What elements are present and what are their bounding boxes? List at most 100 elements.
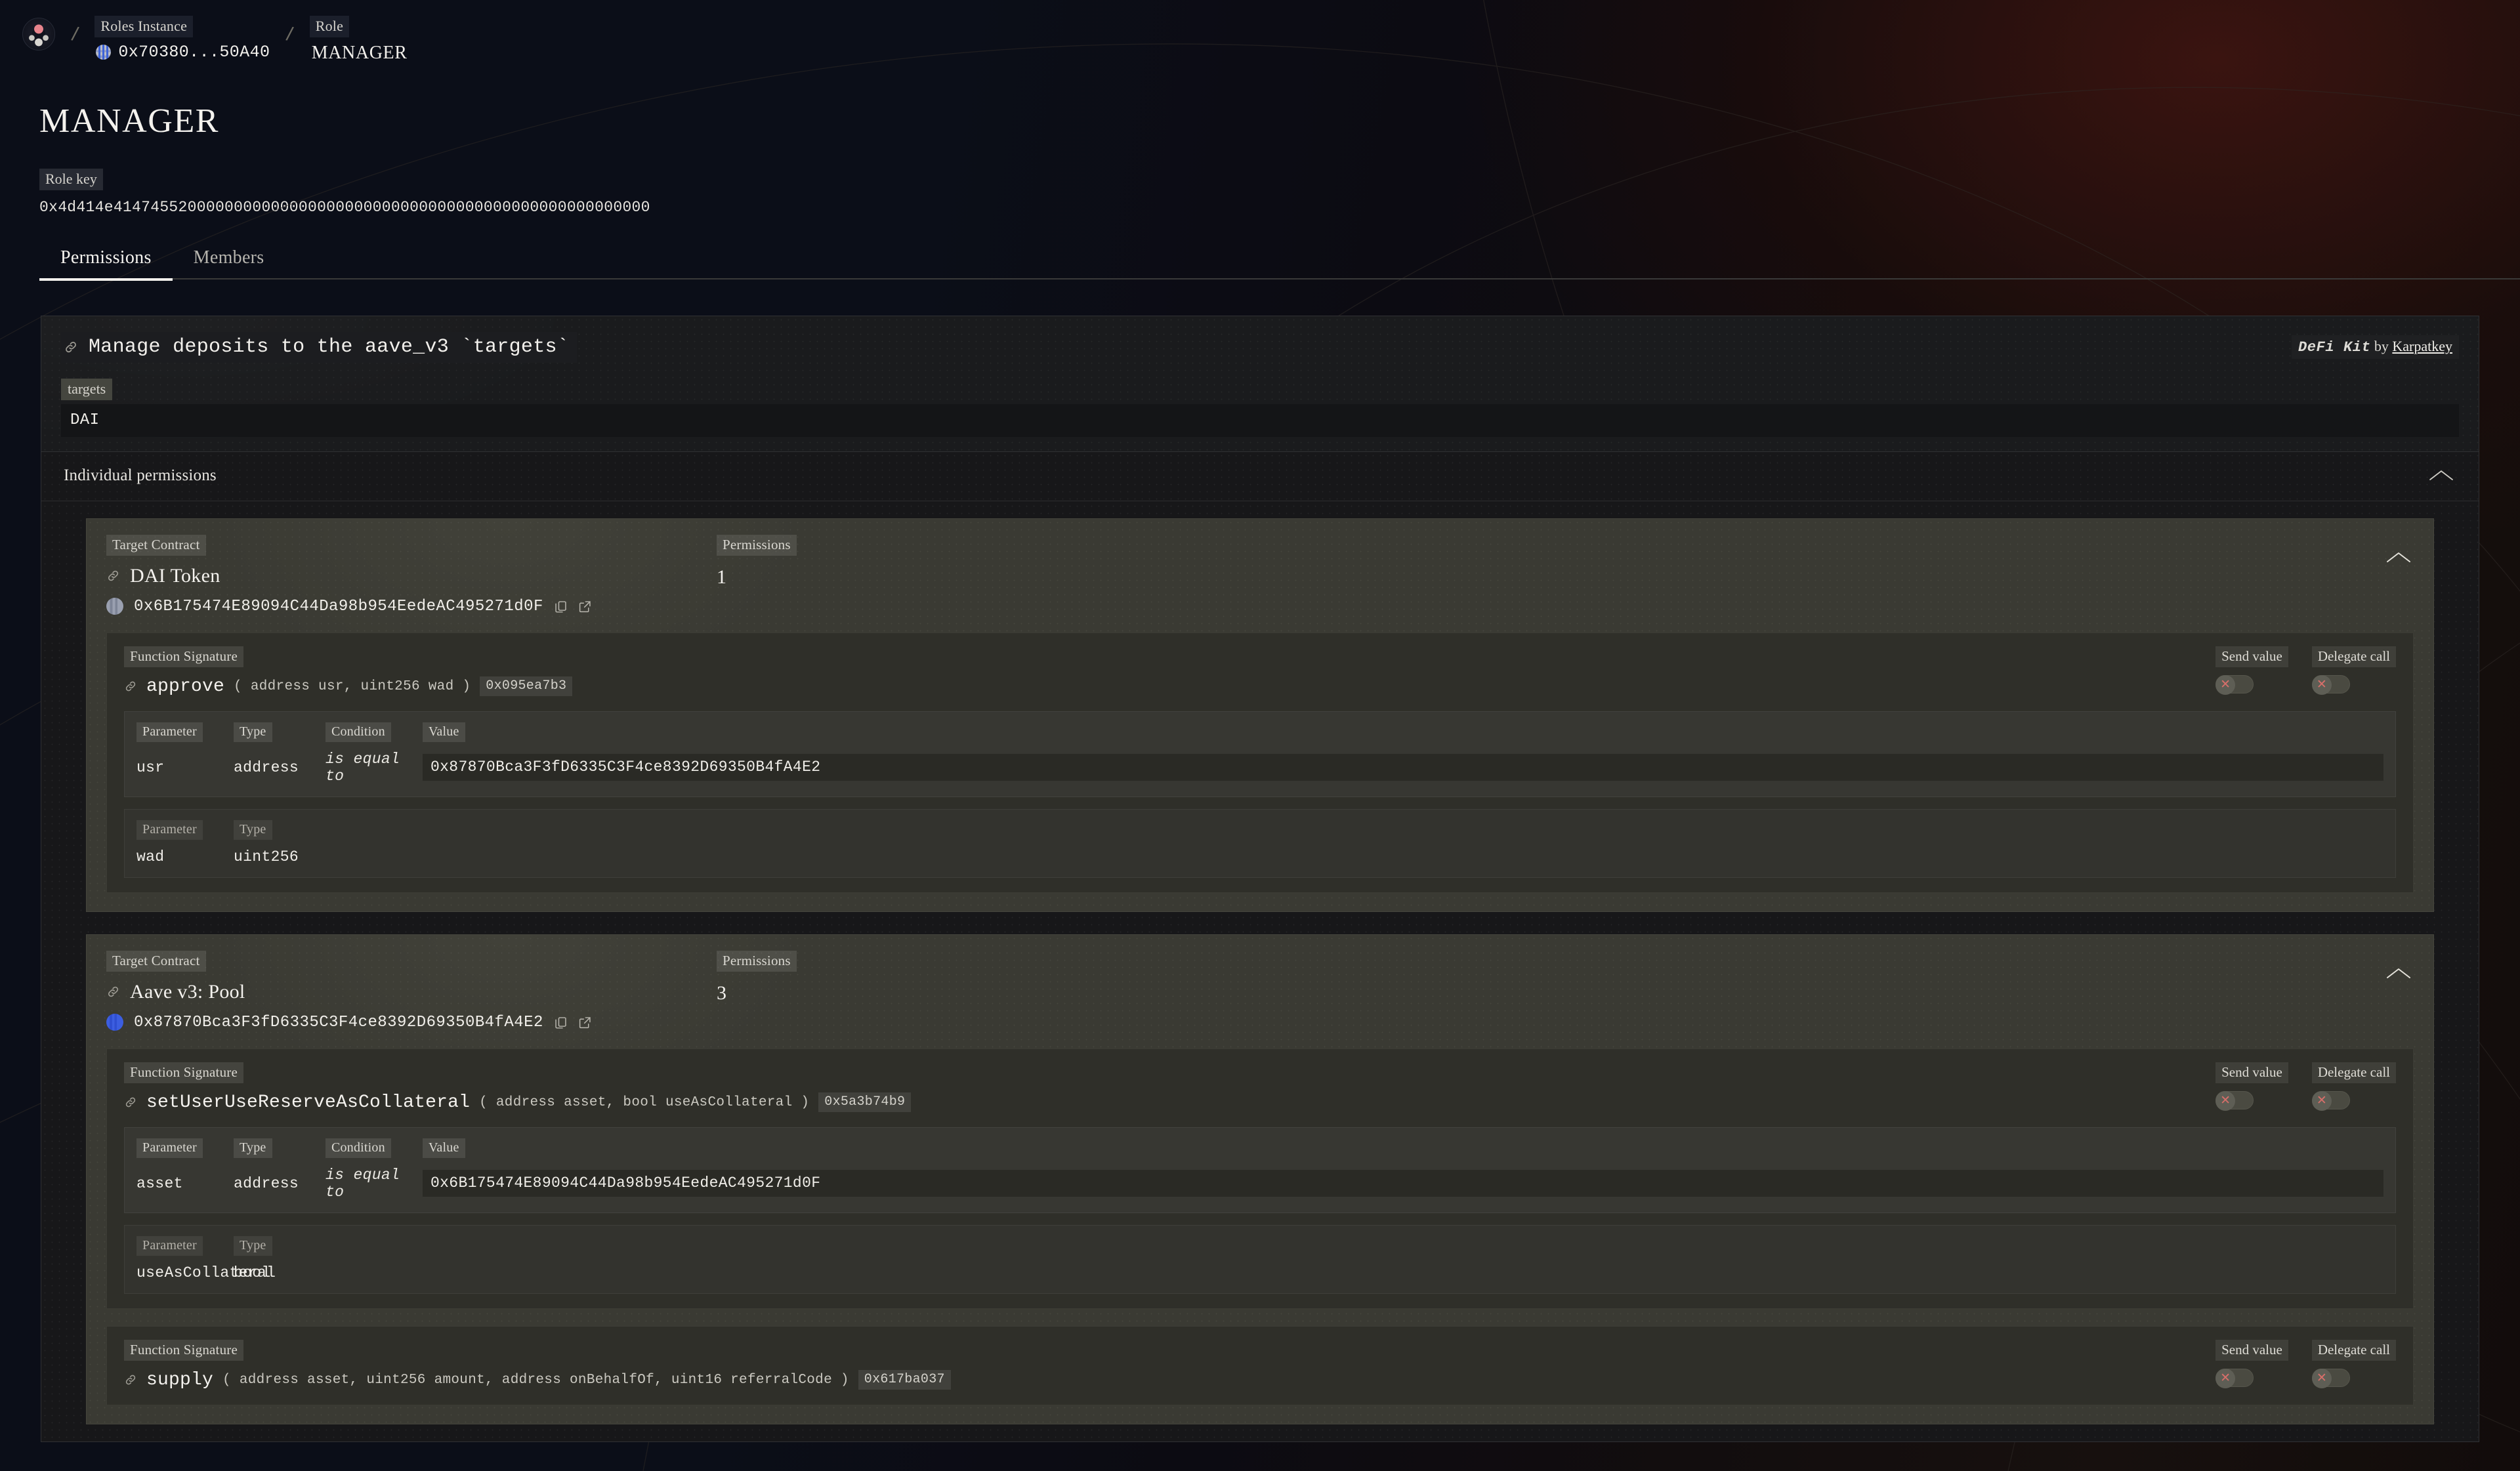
col-type-label: Type [234, 722, 272, 742]
parameters-list: Parameter Type Condition Value asset add… [107, 1127, 2413, 1308]
col-type: Type [234, 819, 326, 840]
parameter-table-row: usr address is equal to 0x87870Bca3F3fD6… [136, 751, 2384, 785]
function-signature[interactable]: supply ( address asset, uint256 amount, … [124, 1370, 951, 1390]
parameter-condition: is equal to [326, 1166, 400, 1201]
col-type-label: Type [234, 1138, 272, 1158]
parameter-value: 0x87870Bca3F3fD6335C3F4ce8392D69350B4fA4… [423, 754, 2384, 781]
link-icon [125, 1375, 136, 1385]
send-value-switch[interactable]: ✕ [2216, 674, 2254, 695]
function-signature[interactable]: setUserUseReserveAsCollateral ( address … [124, 1092, 912, 1113]
send-value-label: Send value [2216, 1339, 2288, 1361]
target-contract-info: Target Contract Aave v3: Pool 0x87870Bca… [106, 950, 717, 1031]
copy-icon[interactable] [554, 600, 568, 613]
individual-permissions-section: Individual permissions Target Contract D… [41, 451, 2479, 1442]
attribution-by: by [2374, 338, 2389, 355]
target-collapse-button[interactable] [2384, 951, 2414, 985]
function-name: supply [146, 1369, 214, 1390]
col-parameter: Parameter [136, 1235, 234, 1256]
permissions-count-col: Permissions 3 [717, 950, 2384, 1005]
breadcrumb-role-value: MANAGER [311, 43, 408, 63]
functions-list: Function Signature approve ( address usr… [87, 632, 2433, 911]
target-contract-header: Target Contract DAI Token 0x6B175474E890… [87, 519, 2433, 632]
target-contract-name-text: DAI Token [130, 564, 220, 587]
parameter-type: uint256 [234, 848, 299, 865]
avatar [96, 45, 112, 60]
app-logo-icon[interactable] [22, 18, 55, 51]
delegate-call-toggle-group: Delegate call ✕ [2311, 1339, 2396, 1388]
parameter-table-row: useAsCollateral bool [136, 1264, 2384, 1281]
function-card: Function Signature approve ( address usr… [106, 632, 2414, 893]
col-type: Type [234, 1235, 326, 1256]
link-icon [108, 986, 119, 997]
target-contract-name[interactable]: DAI Token [106, 565, 717, 587]
delegate-call-label: Delegate call [2311, 1062, 2396, 1083]
x-icon: ✕ [2216, 1090, 2236, 1111]
breadcrumb-item-roles-instance[interactable]: Roles Instance 0x70380...50A40 [94, 13, 270, 62]
col-value-label: Value [423, 1138, 465, 1158]
targets-section: targets DAI [41, 373, 2479, 451]
individual-permissions-label: Individual permissions [64, 466, 217, 484]
delegate-call-switch[interactable]: ✕ [2311, 1368, 2350, 1388]
tab-permissions[interactable]: Permissions [39, 247, 173, 281]
copy-icon[interactable] [554, 1016, 568, 1029]
col-condition-label: Condition [326, 1138, 391, 1158]
col-condition: Condition [326, 1138, 423, 1158]
function-signature-label: Function Signature [124, 1062, 244, 1083]
x-icon: ✕ [2216, 674, 2236, 695]
permission-title[interactable]: Manage deposits to the aave_v3 `targets` [61, 331, 578, 363]
target-contract-name[interactable]: Aave v3: Pool [106, 981, 717, 1003]
avatar [106, 598, 123, 615]
target-contract-header: Target Contract Aave v3: Pool 0x87870Bca… [87, 935, 2433, 1048]
breadcrumb-item-role[interactable]: Role MANAGER [309, 13, 408, 64]
external-link-icon[interactable] [578, 1016, 592, 1029]
col-parameter: Parameter [136, 1138, 234, 1158]
parameter-name: useAsCollateral [136, 1264, 276, 1281]
send-value-switch[interactable]: ✕ [2216, 1090, 2254, 1111]
individual-permissions-header[interactable]: Individual permissions [41, 452, 2479, 501]
link-icon [108, 570, 119, 581]
send-value-toggle-group: Send value ✕ [2216, 1062, 2288, 1111]
function-toggles: Send value ✕ Delegate call ✕ [2189, 1062, 2396, 1111]
send-value-toggle-group: Send value ✕ [2216, 1339, 2288, 1388]
role-header: MANAGER Role key 0x4d414e414745520000000… [0, 87, 2520, 216]
x-icon: ✕ [2216, 1368, 2236, 1388]
breadcrumb-label: Roles Instance [94, 16, 194, 37]
delegate-call-toggle-group: Delegate call ✕ [2311, 646, 2396, 695]
parameter-table-row: wad uint256 [136, 848, 2384, 865]
function-toggles: Send value ✕ Delegate call ✕ [2189, 646, 2396, 695]
function-header: Function Signature supply ( address asse… [107, 1327, 2413, 1405]
delegate-call-label: Delegate call [2311, 646, 2396, 667]
target-contract-label: Target Contract [106, 950, 206, 972]
col-condition-label: Condition [326, 722, 391, 742]
parameter-table: Parameter Type Condition Value usr addre… [124, 711, 2396, 797]
avatar [106, 1014, 123, 1031]
permissions-label: Permissions [717, 534, 797, 556]
delegate-call-switch[interactable]: ✕ [2311, 1090, 2350, 1111]
parameter-table-header: Parameter Type [136, 819, 2384, 840]
parameter-table-row: asset address is equal to 0x6B175474E890… [136, 1167, 2384, 1201]
external-link-icon[interactable] [578, 600, 592, 613]
attribution-author-link[interactable]: Karpatkey [2392, 338, 2452, 354]
link-icon [125, 1097, 136, 1108]
roles-instance-address: 0x70380...50A40 [118, 43, 270, 62]
target-contract-card: Target Contract DAI Token 0x6B175474E890… [86, 518, 2434, 912]
target-contract-card: Target Contract Aave v3: Pool 0x87870Bca… [86, 934, 2434, 1424]
attribution: DeFi Kit by Karpatkey [2291, 335, 2459, 360]
chevron-up-icon[interactable] [2426, 467, 2456, 484]
parameter-table: Parameter Type Condition Value asset add… [124, 1127, 2396, 1213]
target-contract-address-row: 0x87870Bca3F3fD6335C3F4ce8392D69350B4fA4… [106, 1014, 717, 1031]
parameter-name: asset [136, 1174, 183, 1192]
breadcrumb: / Roles Instance 0x70380...50A40 / Role … [0, 0, 2520, 87]
function-selector: 0x095ea7b3 [480, 676, 573, 697]
parameter-table-header: Parameter Type [136, 1235, 2384, 1256]
target-collapse-button[interactable] [2384, 535, 2414, 570]
send-value-switch[interactable]: ✕ [2216, 1368, 2254, 1388]
function-signature[interactable]: approve ( address usr, uint256 wad ) 0x0… [124, 676, 573, 697]
delegate-call-switch[interactable]: ✕ [2311, 674, 2350, 695]
tab-members[interactable]: Members [173, 247, 285, 280]
col-type: Type [234, 722, 326, 742]
col-parameter: Parameter [136, 819, 234, 840]
link-icon [66, 341, 76, 352]
x-icon: ✕ [2311, 1090, 2332, 1111]
x-icon: ✕ [2311, 1368, 2332, 1388]
